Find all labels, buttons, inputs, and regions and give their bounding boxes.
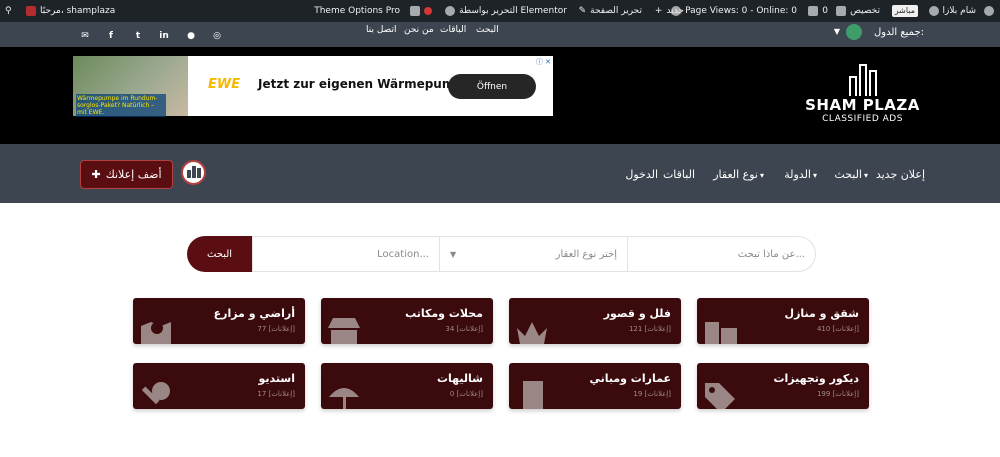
ad-slogan: Jetzt zur eigenen Wärmepumpe. [258, 77, 476, 91]
top-link-search[interactable]: البحث [476, 25, 499, 35]
top-bar: جميع الدول: ▼ البحث الباقات من نحن اتصل … [0, 22, 1000, 47]
pencil-icon: ✎ [578, 6, 587, 16]
site-name: شام بلازا [942, 6, 976, 16]
pinterest-icon[interactable]: ● [186, 31, 196, 41]
plus-icon: ✚ [91, 168, 101, 181]
chevron-down-icon: ▼ [450, 249, 457, 259]
theme-icon [410, 6, 420, 16]
logo-tagline: CLASSIFIED ADS [822, 114, 903, 124]
advertisement-banner[interactable]: Wärmepumpe im Rundum-sorglos-Paket? Natü… [73, 56, 553, 117]
map-pin-icon [141, 322, 171, 344]
search-form: البحث Location... ▼ إختر نوع العقار عن ما… [187, 236, 816, 272]
twitter-icon[interactable]: t [133, 31, 143, 41]
country-label: جميع الدول: [873, 27, 924, 38]
elementor-edit-link[interactable]: التحرير بواسطة Elementor [445, 0, 567, 22]
mini-logo-icon[interactable] [181, 160, 206, 185]
chevron-down-icon[interactable]: ▼ [834, 27, 840, 36]
add-listing-button[interactable]: ✚ أضف إعلانك [80, 160, 173, 189]
search-button[interactable]: البحث [187, 236, 252, 272]
site-name-menu[interactable]: شام بلازا [928, 0, 976, 22]
location-input[interactable]: Location... [252, 236, 440, 272]
theme-options-label[interactable]: Theme Options Pro [314, 0, 400, 22]
elementor-icon [445, 6, 456, 16]
category-card[interactable]: فلل و قصور 121 [إعلانات] [509, 298, 681, 344]
nav-item-login[interactable]: الدخول [625, 168, 658, 181]
logo-name: SHAM PLAZA [805, 96, 920, 114]
ad-photo-text: Wärmepumpe im Rundum-sorglos-Paket? Natü… [76, 94, 166, 117]
category-card[interactable]: أراضي و مزارع 77 [إعلانات] [133, 298, 305, 344]
admin-bar: شام بلازا مباشر تخصيص 0 Page Views: 0 - … [0, 0, 1000, 22]
building-icon [705, 322, 737, 344]
top-link-packages[interactable]: الباقات [440, 25, 466, 35]
page-views-counter: Page Views: 0 - Online: 0 [671, 0, 797, 22]
logo-building-icon [843, 62, 883, 96]
top-link-about[interactable]: من نحن [404, 25, 434, 35]
nav-item-new-listing[interactable]: إعلان جديد [876, 168, 925, 181]
key-icon [141, 382, 170, 405]
keyword-input[interactable]: عن ماذا تبحث... [627, 236, 816, 272]
email-icon[interactable]: ✉ [80, 31, 90, 41]
tower-icon [523, 381, 543, 409]
category-card[interactable]: محلات ومكاتب 34 [إعلانات] [321, 298, 493, 344]
store-icon [328, 318, 360, 344]
dashboard-icon [928, 6, 939, 16]
nav-item-country[interactable]: الدولة ▾ [784, 168, 817, 181]
chevron-down-icon: ▾ [863, 171, 868, 180]
ad-open-button[interactable]: Öffnen [448, 74, 536, 99]
main-nav: إعلان جديد البحث ▾ الدولة ▾ نوع العقار ▾ ال… [0, 144, 1000, 203]
top-link-contact[interactable]: اتصل بنا [366, 25, 396, 35]
category-card[interactable]: عمارات ومباني 19 [إعلانات] [509, 363, 681, 409]
category-card[interactable]: استديو 17 [إعلانات] [133, 363, 305, 409]
chevron-down-icon: ▾ [759, 171, 764, 180]
brush-icon [836, 6, 847, 16]
wp-logo-menu[interactable] [984, 0, 994, 22]
globe-icon[interactable] [846, 24, 862, 40]
comments-link[interactable]: 0 [808, 0, 828, 22]
adchoices-icon[interactable]: ⓘ ✕ [536, 57, 551, 67]
linkedin-icon[interactable]: in [159, 31, 169, 41]
facebook-icon[interactable]: f [106, 31, 116, 41]
category-card[interactable]: شاليهات 0 [إعلانات] [321, 363, 493, 409]
search-toggle[interactable]: ⚲ [5, 0, 12, 22]
theme-options-link[interactable] [410, 0, 432, 22]
chevron-down-icon: ▾ [812, 171, 817, 180]
nav-item-property-type[interactable]: نوع العقار ▾ [713, 168, 764, 181]
umbrella-icon [329, 388, 359, 409]
wordpress-icon [984, 6, 994, 16]
plus-icon: + [654, 6, 663, 16]
category-card[interactable]: شقق و منازل 410 [إعلانات] [697, 298, 869, 344]
search-icon: ⚲ [5, 6, 12, 16]
site-logo[interactable]: SHAM PLAZA CLASSIFIED ADS [795, 62, 930, 132]
category-card[interactable]: ديكور وتجهيزات 199 [إعلانات] [697, 363, 869, 409]
edit-page-link[interactable]: ✎ تحرير الصفحة [579, 0, 642, 22]
comment-icon [808, 6, 819, 16]
tags-icon [705, 383, 735, 409]
avatar [26, 6, 36, 16]
my-account-menu[interactable]: مرحبًا، shamplaza [26, 0, 115, 22]
ad-brand: EWE [208, 77, 241, 92]
property-type-select[interactable]: ▼ إختر نوع العقار [439, 236, 628, 272]
customize-link[interactable]: تخصيص [836, 0, 880, 22]
instagram-icon[interactable]: ◎ [212, 31, 222, 41]
live-badge: مباشر [891, 0, 918, 22]
new-content-menu[interactable]: + جديد [655, 0, 684, 22]
status-dot-icon [424, 7, 432, 15]
nav-item-packages[interactable]: الباقات [663, 168, 695, 181]
crown-icon [517, 322, 547, 344]
nav-item-search[interactable]: البحث ▾ [834, 168, 868, 181]
